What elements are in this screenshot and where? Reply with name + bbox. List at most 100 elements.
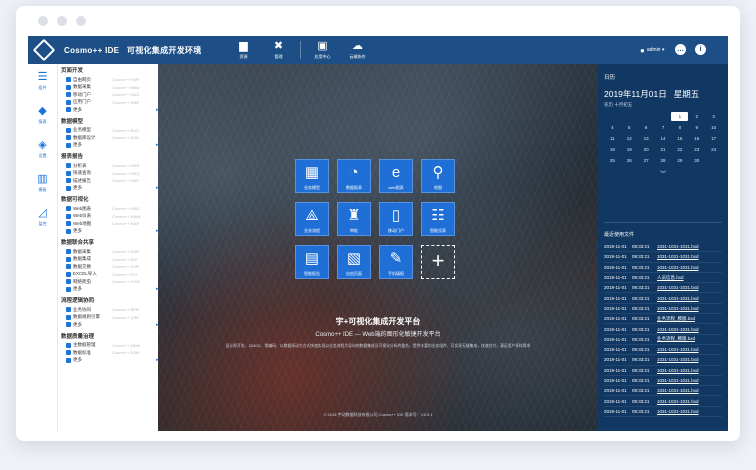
app-tile-template[interactable]: ▧ 自由页面 (337, 245, 371, 279)
calendar-day[interactable]: 3 (705, 112, 722, 121)
rail-item-reports[interactable]: ◆ 报表 (28, 98, 57, 132)
calendar-day[interactable] (621, 112, 638, 121)
calendar-day[interactable]: 10 (705, 123, 722, 132)
file-name[interactable]: 1031-1031-1031.bxd (657, 357, 699, 362)
checkbox-icon[interactable] (66, 92, 71, 98)
file-name[interactable]: 1031-1031-1031.bxd (657, 254, 699, 259)
recent-file-row[interactable]: 2019-11-01 09:33:21 1031-1031-1031.bxd (604, 242, 722, 253)
calendar-day[interactable]: 6 (638, 123, 655, 132)
checkbox-icon[interactable] (66, 228, 71, 234)
module-item[interactable]: 主数据管理 Cosmo++ MDM (66, 342, 158, 350)
module-item[interactable]: 快速查询 Cosmo++ MXQ (66, 170, 158, 178)
nav-app-center[interactable]: ▣ 应用中心 (305, 36, 340, 64)
calendar-day[interactable]: 25 (604, 156, 621, 165)
checkbox-icon[interactable] (66, 249, 71, 255)
module-item[interactable]: 数据标准 Cosmo++ DSM (66, 349, 158, 357)
recent-file-row[interactable]: 2019-11-01 09:33:21 业务流程_模版.bxd (604, 335, 722, 345)
calendar-day[interactable]: 8 (671, 123, 688, 132)
recent-file-row[interactable]: 2019-11-01 09:33:21 1031-1031-1031.bxd (604, 407, 722, 418)
checkbox-icon[interactable] (66, 99, 71, 105)
calendar-day[interactable]: 21 (655, 145, 672, 154)
checkbox-icon[interactable] (66, 178, 71, 184)
app-tile-browser-e[interactable]: e web图表 (379, 159, 413, 193)
recent-file-row[interactable]: 2019-11-01 09:33:21 业务流程_模版.bxd (604, 314, 722, 325)
recent-file-row[interactable]: 2019-11-01 09:33:21 1031-1031-1031.bxd (604, 304, 722, 315)
checkbox-icon[interactable] (66, 127, 71, 133)
calendar-day[interactable]: 9 (688, 123, 705, 132)
app-tile-plus[interactable]: + (421, 245, 455, 279)
checkbox-icon[interactable] (66, 107, 71, 113)
module-item[interactable]: 分析表 Cosmo++ MAR (66, 162, 158, 170)
recent-file-row[interactable]: 2019-11-01 09:33:21 1031-1031-1031.bxd (604, 386, 722, 397)
recent-file-row[interactable]: 2019-11-01 09:33:21 1031-1031-1031.bxd (604, 396, 722, 407)
checkbox-icon[interactable] (66, 350, 71, 356)
rail-item-templates[interactable]: ▥ 模板 (28, 166, 57, 200)
module-item[interactable]: 描述报告 Cosmo++ MAP (66, 177, 158, 185)
file-name[interactable]: 1031-1031-1031.bxd (657, 306, 699, 311)
file-name[interactable]: 业务流程_模版.bxd (657, 336, 695, 342)
file-name[interactable]: 1031-1031-1031.bxd (657, 327, 699, 332)
module-item[interactable]: EXCEL导入 Cosmo++ EXI (66, 271, 158, 279)
recent-file-row[interactable]: 2019-11-01 09:33:21 1031-1031-1031.bxd (604, 345, 722, 356)
calendar-day[interactable]: 26 (621, 156, 638, 165)
app-tile-grid[interactable]: ▦ 业务模型 (295, 159, 329, 193)
checkbox-icon[interactable] (66, 170, 71, 176)
calendar-day[interactable]: 15 (671, 134, 688, 143)
app-tile-map-pin[interactable]: ⚲ 地图 (421, 159, 455, 193)
recent-file-row[interactable]: 2019-11-01 09:33:21 1031-1031-1031.bxd (604, 366, 722, 376)
file-name[interactable]: 1031-1031-1031.bxd (657, 388, 699, 393)
file-name[interactable]: 1031-1031-1031.bxd (657, 368, 699, 373)
minimize-dot[interactable] (57, 16, 67, 26)
module-item[interactable]: 网络爬虫 Cosmo++ CWS (66, 278, 158, 286)
checkbox-icon[interactable] (66, 142, 71, 148)
file-name[interactable]: 1031-1031-1031.bxd (657, 378, 699, 383)
rail-item-settings[interactable]: ◈ 设置 (28, 132, 57, 166)
checkbox-icon[interactable] (66, 221, 71, 227)
rail-item-monitor[interactable]: ◿ 监控 (28, 200, 57, 234)
chat-icon[interactable]: … (675, 44, 686, 55)
module-item[interactable]: 数据采集 Cosmo++ DAR (66, 248, 158, 256)
expand-calendar-icon[interactable]: ︾ (604, 169, 722, 178)
checkbox-icon[interactable] (66, 77, 71, 83)
module-item[interactable]: 更多 ▸ (66, 321, 158, 329)
file-name[interactable]: 业务流程_模版.bxd (657, 316, 695, 322)
calendar-day[interactable]: 28 (655, 156, 672, 165)
module-item[interactable]: 自由网页 Cosmo++ FWP (66, 76, 158, 84)
nav-resources[interactable]: ▆ 资源 (226, 36, 261, 64)
recent-file-row[interactable]: 2019-11-01 09:33:21 1031-1031-1031.bxd (604, 293, 722, 304)
file-name[interactable]: 1031-1031-1031.bxd (657, 347, 699, 352)
calendar-day[interactable]: 29 (671, 156, 688, 165)
checkbox-icon[interactable] (66, 314, 71, 320)
module-item[interactable]: 更多 ▸ (66, 357, 158, 365)
close-dot[interactable] (38, 16, 48, 26)
module-item[interactable]: Web地图 Cosmo++ MAP (66, 220, 158, 228)
nav-cloud[interactable]: ☁ 云端协作 (340, 36, 375, 64)
rail-item-components[interactable]: ☰ 组件 (28, 64, 57, 98)
calendar-day[interactable]: 23 (688, 145, 705, 154)
module-item[interactable]: 业务协同 Cosmo++ BPM (66, 306, 158, 314)
calendar-day[interactable]: 12 (621, 134, 638, 143)
calendar-day[interactable]: 18 (604, 145, 621, 154)
calendar-day[interactable]: 24 (705, 145, 722, 154)
file-name[interactable]: 1031-1031-1031.bxd (657, 399, 699, 404)
checkbox-icon[interactable] (66, 256, 71, 262)
app-tile-stamp[interactable]: ♜ 审批 (337, 202, 371, 236)
calendar-day[interactable]: 22 (671, 145, 688, 154)
file-name[interactable]: 1031-1031-1031.bxd (657, 285, 699, 290)
checkbox-icon[interactable] (66, 307, 71, 313)
calendar-day[interactable]: 20 (638, 145, 655, 154)
calendar-day[interactable]: 30 (688, 156, 705, 165)
recent-file-row[interactable]: 2019-11-01 09:33:21 1031-1031-1031.bxd (604, 324, 722, 335)
calendar-day[interactable]: 11 (604, 134, 621, 143)
checkbox-icon[interactable] (66, 357, 71, 363)
checkbox-icon[interactable] (66, 286, 71, 292)
calendar-day[interactable] (705, 156, 722, 165)
module-item[interactable]: 数据交换 Cosmo++ DXR (66, 263, 158, 271)
module-item[interactable]: 更多 ▸ (66, 228, 158, 236)
app-tile-note[interactable]: ▤ 智能报告 (295, 245, 329, 279)
module-item[interactable]: 业务模型 Cosmo++ BUG (66, 127, 158, 135)
checkbox-icon[interactable] (66, 342, 71, 348)
module-item[interactable]: Web仪表 Cosmo++ MWM (66, 213, 158, 221)
calendar-day[interactable]: 19 (621, 145, 638, 154)
checkbox-icon[interactable] (66, 264, 71, 270)
